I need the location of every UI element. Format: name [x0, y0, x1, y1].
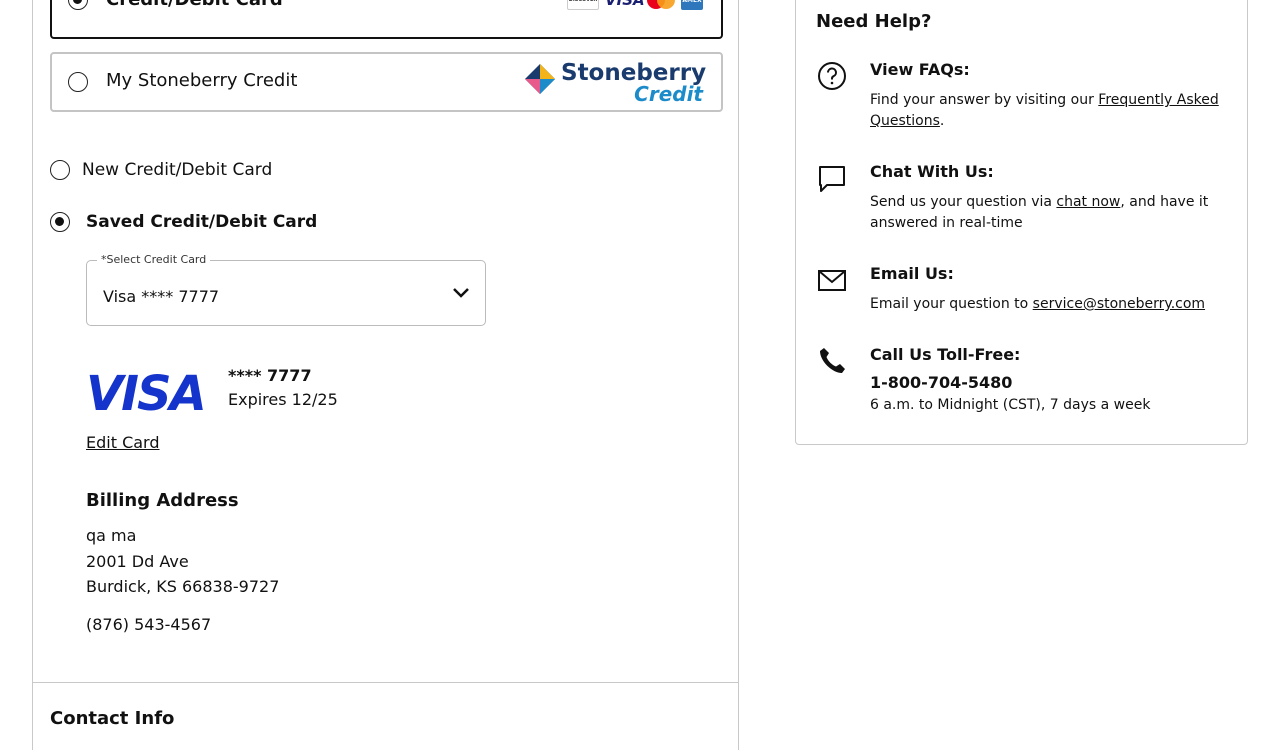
stoneberry-logo-credit: Credit [634, 82, 703, 106]
stoneberry-credit-option[interactable]: My Stoneberry Credit Stoneberry Credit [50, 52, 723, 112]
help-faq: View FAQs: Find your answer by visiting … [816, 60, 1236, 130]
email-heading: Email Us: [870, 264, 954, 283]
envelope-icon [818, 270, 846, 291]
contact-info-title: Contact Info [50, 708, 175, 729]
billing-address-title: Billing Address [86, 490, 239, 511]
billing-city-line: Burdick, KS 66838-9727 [86, 577, 280, 596]
call-heading: Call Us Toll-Free: [870, 345, 1021, 364]
stoneberry-mark-icon [525, 64, 555, 94]
new-card-label: New Credit/Debit Card [82, 160, 273, 180]
stoneberry-credit-logo: Stoneberry Credit [523, 60, 706, 106]
credit-debit-label: Credit/Debit Card [106, 0, 283, 10]
faq-heading: View FAQs: [870, 60, 970, 79]
mastercard-logo-icon [645, 0, 675, 10]
need-help-title: Need Help? [816, 11, 932, 32]
chat-now-link[interactable]: chat now [1056, 194, 1120, 210]
card-expiration: Expires 12/25 [228, 390, 338, 409]
card-logos: DISCOVER VISA AMEX [567, 0, 703, 10]
faq-text: Find your answer by visiting our Frequen… [870, 90, 1230, 132]
toll-free-number[interactable]: 1-800-704-5480 [870, 373, 1012, 392]
email-text: Email your question to service@stoneberr… [870, 294, 1230, 315]
question-circle-icon [818, 62, 846, 90]
billing-phone: (876) 543-4567 [86, 615, 212, 634]
billing-name: qa ma [86, 526, 137, 545]
email-text-before: Email your question to [870, 296, 1033, 312]
saved-card-radio[interactable] [50, 212, 70, 232]
help-call: Call Us Toll-Free: 1-800-704-5480 6 a.m.… [816, 345, 1236, 425]
billing-street: 2001 Dd Ave [86, 552, 189, 571]
card-masked-number: **** 7777 [228, 366, 312, 385]
help-chat: Chat With Us: Send us your question via … [816, 162, 1236, 232]
faq-text-before: Find your answer by visiting our [870, 92, 1099, 108]
new-card-radio[interactable] [50, 160, 70, 180]
chat-text: Send us your question via chat now, and … [870, 192, 1230, 234]
new-card-option[interactable]: New Credit/Debit Card [50, 160, 272, 180]
saved-card-label: Saved Credit/Debit Card [86, 212, 318, 232]
amex-logo-icon: AMEX [681, 0, 703, 10]
chevron-down-icon [453, 288, 469, 298]
stoneberry-credit-radio[interactable] [68, 72, 88, 92]
stoneberry-credit-label: My Stoneberry Credit [106, 70, 298, 91]
phone-icon [820, 348, 845, 373]
call-hours: 6 a.m. to Midnight (CST), 7 days a week [870, 397, 1151, 413]
select-credit-card-label: *Select Credit Card [97, 253, 211, 266]
chat-text-before: Send us your question via [870, 194, 1057, 210]
need-help-panel: Need Help? View FAQs: Find your answer b… [795, 0, 1248, 445]
edit-card-link[interactable]: Edit Card [86, 433, 160, 452]
discover-logo-icon: DISCOVER [567, 0, 599, 10]
credit-debit-radio[interactable] [68, 0, 88, 10]
select-credit-card-dropdown[interactable]: *Select Credit Card Visa **** 7777 [86, 253, 486, 326]
payment-panel: Credit/Debit Card DISCOVER VISA AMEX My … [32, 0, 739, 750]
chat-bubble-icon [819, 166, 845, 192]
faq-text-after: . [939, 113, 945, 129]
visa-card-logo: VISA [86, 366, 207, 422]
chat-heading: Chat With Us: [870, 162, 994, 181]
saved-card-option[interactable]: Saved Credit/Debit Card [50, 212, 317, 232]
email-link[interactable]: service@stoneberry.com [1033, 296, 1205, 312]
select-credit-card-value: Visa **** 7777 [103, 287, 220, 306]
help-email: Email Us: Email your question to service… [816, 264, 1236, 324]
visa-logo-icon: VISA [605, 0, 645, 9]
credit-debit-option[interactable]: Credit/Debit Card DISCOVER VISA AMEX [50, 0, 723, 39]
section-divider [33, 682, 738, 683]
